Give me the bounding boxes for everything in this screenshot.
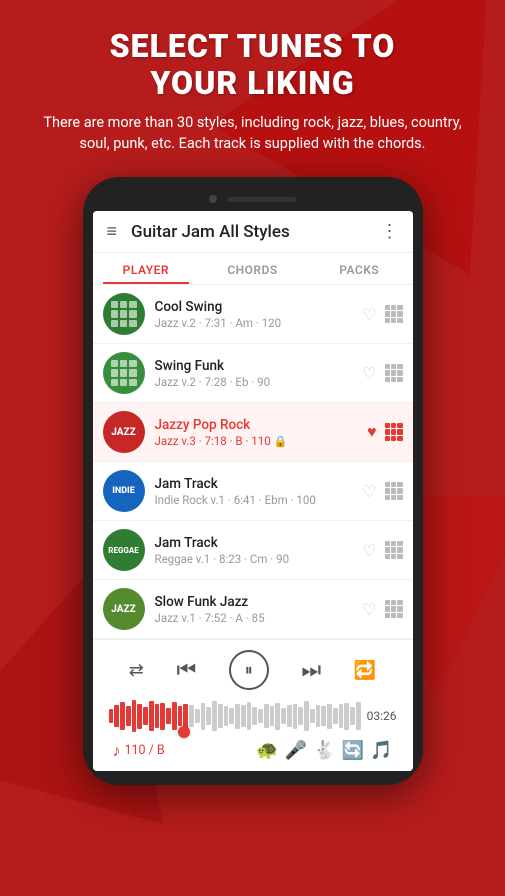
chord-grid-icon[interactable] [385,600,403,618]
like-button[interactable]: ♡ [362,305,376,324]
chord-grid-icon[interactable] [385,305,403,323]
play-pause-button[interactable]: ⏸ [229,650,269,690]
list-item[interactable]: Swing Funk Jazz v.2 · 7:28 · Eb · 90 ♡ [93,344,413,403]
app-title: Guitar Jam All Styles [131,222,380,242]
bottom-controls: 🐢 🎤 🐇 🔄 🎵 [256,740,392,761]
chord-grid-icon[interactable] [385,541,403,559]
track-name: Jam Track [155,535,363,551]
repeat-button[interactable]: 🔁 [354,660,376,681]
prev-button[interactable]: ⏮ [176,658,196,683]
tab-player[interactable]: PLAYER [93,253,200,284]
avatar-grid-icon [111,301,137,327]
page-subtitle: There are more than 30 styles, including… [20,112,485,156]
track-info: Slow Funk Jazz Jazz v.1 · 7:52 · A · 85 [155,594,363,625]
shuffle-button[interactable]: ⇄ [129,660,144,681]
list-item[interactable]: JAZZ Slow Funk Jazz Jazz v.1 · 7:52 · A … [93,580,413,639]
waveform[interactable] [109,698,361,734]
track-meta: Jazz v.1 · 7:52 · A · 85 [155,611,363,625]
track-actions: ♥ [367,422,403,442]
chord-grid-icon[interactable] [385,364,403,382]
avatar: JAZZ [103,588,145,630]
tab-bar: PLAYER CHORDS PACKS [93,253,413,285]
waveform-cursor [178,726,190,738]
list-item[interactable]: INDIE Jam Track Indie Rock v.1 · 6:41 · … [93,462,413,521]
loop-icon[interactable]: 🔄 [342,740,364,761]
app-toolbar: ≡ Guitar Jam All Styles ⋮ [93,211,413,253]
track-info: Jazzy Pop Rock Jazz v.3 · 7:18 · B · 110… [155,417,368,448]
track-name: Slow Funk Jazz [155,594,363,610]
avatar-grid-icon [111,360,137,386]
track-info: Jam Track Indie Rock v.1 · 6:41 · Ebm · … [155,476,363,507]
chord-grid-icon[interactable] [385,482,403,500]
track-name: Swing Funk [155,358,363,374]
avatar [103,352,145,394]
tempo-label: 110 / B [125,743,165,758]
track-actions: ♡ [362,482,402,501]
metronome-icon[interactable]: 🎵 [370,740,392,761]
speed-down-icon[interactable]: 🐢 [256,740,278,761]
waveform-container: 03:26 [103,694,403,736]
phone-camera [209,195,217,203]
tempo-display: ♪ 110 / B [113,741,165,761]
track-meta: Indie Rock v.1 · 6:41 · Ebm · 100 [155,493,363,507]
track-name: Jazzy Pop Rock [155,417,368,433]
list-item[interactable]: Cool Swing Jazz v.2 · 7:31 · Am · 120 ♡ [93,285,413,344]
track-meta: Jazz v.2 · 7:31 · Am · 120 [155,316,363,330]
tab-chords[interactable]: CHORDS [199,253,306,284]
tab-packs[interactable]: PACKS [306,253,413,284]
track-info: Cool Swing Jazz v.2 · 7:31 · Am · 120 [155,299,363,330]
track-info: Swing Funk Jazz v.2 · 7:28 · Eb · 90 [155,358,363,389]
track-actions: ♡ [362,305,402,324]
note-icon: ♪ [113,741,121,761]
track-meta: Jazz v.2 · 7:28 · Eb · 90 [155,375,363,389]
menu-icon[interactable]: ≡ [107,221,118,242]
next-button[interactable]: ⏭ [301,658,321,683]
track-name: Jam Track [155,476,363,492]
playback-time: 03:26 [367,709,397,723]
mic-icon[interactable]: 🎤 [285,740,307,761]
more-icon[interactable]: ⋮ [381,221,399,242]
track-actions: ♡ [362,600,402,619]
track-info: Jam Track Reggae v.1 · 8:23 · Cm · 90 [155,535,363,566]
like-button[interactable]: ♥ [367,422,377,442]
avatar: REGGAE [103,529,145,571]
chord-grid-icon[interactable] [385,423,403,441]
list-item[interactable]: JAZZ Jazzy Pop Rock Jazz v.3 · 7:18 · B … [93,403,413,462]
player-controls: ⇄ ⏮ ⏸ ⏭ 🔁 [93,639,413,771]
like-button[interactable]: ♡ [362,541,376,560]
track-meta: Jazz v.3 · 7:18 · B · 110 🔒 [155,434,368,448]
phone-notch [93,195,413,203]
track-list: Cool Swing Jazz v.2 · 7:31 · Am · 120 ♡ [93,285,413,639]
track-name: Cool Swing [155,299,363,315]
avatar: INDIE [103,470,145,512]
waveform-bars [109,698,361,734]
top-section: SELECT TUNES TOYOUR LIKING There are mor… [0,0,505,165]
like-button[interactable]: ♡ [362,364,376,383]
track-actions: ♡ [362,364,402,383]
bottom-bar: ♪ 110 / B 🐢 🎤 🐇 🔄 🎵 [103,736,403,767]
speed-up-icon[interactable]: 🐇 [313,740,335,761]
phone-mockup: ≡ Guitar Jam All Styles ⋮ PLAYER CHORDS … [83,177,423,785]
phone-speaker [227,197,297,202]
track-meta: Reggae v.1 · 8:23 · Cm · 90 [155,552,363,566]
list-item[interactable]: REGGAE Jam Track Reggae v.1 · 8:23 · Cm … [93,521,413,580]
page-title: SELECT TUNES TOYOUR LIKING [20,28,485,102]
like-button[interactable]: ♡ [362,600,376,619]
player-buttons: ⇄ ⏮ ⏸ ⏭ 🔁 [103,646,403,694]
app-screen: ≡ Guitar Jam All Styles ⋮ PLAYER CHORDS … [93,211,413,771]
avatar: JAZZ [103,411,145,453]
avatar [103,293,145,335]
track-actions: ♡ [362,541,402,560]
like-button[interactable]: ♡ [362,482,376,501]
